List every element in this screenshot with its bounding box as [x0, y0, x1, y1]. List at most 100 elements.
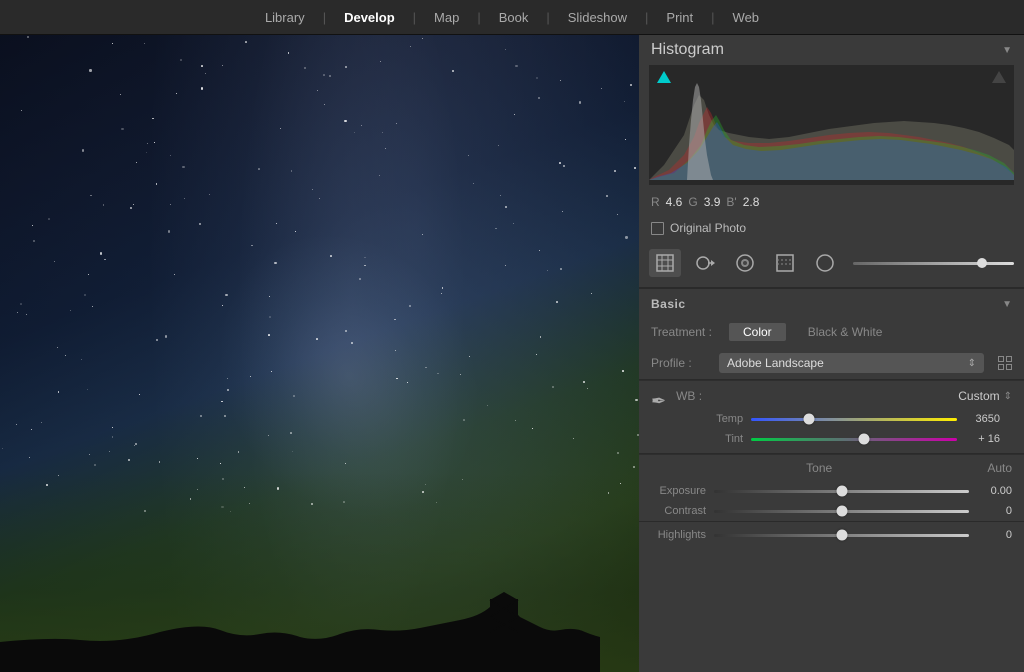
- star: [290, 432, 292, 434]
- star: [495, 228, 496, 229]
- crop-icon: [655, 253, 675, 273]
- nav-library[interactable]: Library: [247, 0, 323, 34]
- wb-dropdown[interactable]: Custom ⇕: [710, 389, 1012, 403]
- nav-book[interactable]: Book: [481, 0, 547, 34]
- star: [622, 370, 624, 372]
- red-eye-icon: [734, 252, 756, 274]
- star: [317, 90, 318, 91]
- star: [271, 371, 272, 372]
- star: [437, 373, 438, 374]
- star: [165, 335, 167, 337]
- star: [396, 123, 397, 124]
- tone-label: Tone: [651, 461, 987, 475]
- clipping-right-indicator[interactable]: [992, 71, 1006, 83]
- star: [26, 314, 27, 315]
- wb-value: Custom: [958, 389, 999, 403]
- crop-tool[interactable]: [649, 249, 681, 277]
- star: [382, 132, 383, 133]
- star: [407, 382, 408, 383]
- contrast-thumb[interactable]: [836, 506, 847, 517]
- exposure-slider-container[interactable]: [714, 484, 969, 498]
- star: [536, 354, 537, 355]
- star: [168, 230, 170, 232]
- nav-print[interactable]: Print: [648, 0, 711, 34]
- tint-thumb[interactable]: [859, 434, 870, 445]
- profile-arrow: ⇕: [968, 358, 976, 369]
- histogram-container: [649, 65, 1014, 185]
- graduated-filter-tool[interactable]: [769, 249, 801, 277]
- profile-label: Profile :: [651, 356, 711, 370]
- grid-cell-tr: [1006, 356, 1012, 362]
- highlights-slider-row: Highlights 0: [639, 522, 1024, 545]
- histogram-rgb-row: R 4.6 G 3.9 B' 2.8: [639, 191, 1024, 217]
- main-area: Histogram ▼ R: [0, 35, 1024, 672]
- star: [135, 443, 137, 445]
- temp-thumb[interactable]: [803, 414, 814, 425]
- star: [614, 170, 616, 172]
- tint-slider-row: Tint + 16: [676, 429, 1012, 449]
- profile-grid-bottom: [998, 364, 1012, 370]
- tools-row: [639, 243, 1024, 288]
- star: [293, 395, 295, 397]
- exposure-thumb[interactable]: [836, 486, 847, 497]
- star: [152, 118, 153, 119]
- eyedropper-icon[interactable]: ✒: [651, 391, 666, 412]
- star: [515, 65, 517, 67]
- profile-grid-top: [998, 356, 1012, 362]
- star: [41, 422, 42, 423]
- star: [409, 305, 411, 307]
- temp-label: Temp: [688, 413, 743, 425]
- star: [139, 394, 140, 395]
- highlights-track: [714, 534, 969, 537]
- g-value: 3.9: [704, 195, 721, 209]
- star: [90, 195, 91, 196]
- temp-slider-container[interactable]: [751, 412, 957, 426]
- spot-removal-tool[interactable]: [689, 249, 721, 277]
- photo-canvas: [0, 35, 639, 672]
- star: [319, 198, 320, 199]
- star: [33, 240, 35, 242]
- highlights-slider-container[interactable]: [714, 528, 969, 542]
- red-eye-tool[interactable]: [729, 249, 761, 277]
- wb-row: WB : Custom ⇕: [676, 389, 1012, 403]
- exposure-track: [714, 490, 969, 493]
- basic-section-header[interactable]: Basic ▼: [639, 289, 1024, 317]
- highlights-thumb[interactable]: [836, 530, 847, 541]
- profile-value: Adobe Landscape: [727, 356, 824, 370]
- contrast-value: 0: [977, 505, 1012, 517]
- nav-map[interactable]: Map: [416, 0, 477, 34]
- r-value: 4.6: [666, 195, 683, 209]
- tone-curve-slider[interactable]: [853, 262, 1014, 265]
- star: [29, 457, 30, 458]
- radial-filter-tool[interactable]: [809, 249, 841, 277]
- nav-web[interactable]: Web: [715, 0, 778, 34]
- tone-curve-thumb[interactable]: [977, 258, 987, 268]
- clipping-left-indicator[interactable]: [657, 71, 671, 83]
- star: [180, 59, 182, 61]
- tint-value: + 16: [965, 433, 1000, 445]
- star: [422, 234, 423, 235]
- star: [556, 301, 558, 303]
- star: [94, 464, 96, 466]
- tint-slider-container[interactable]: [751, 432, 957, 446]
- profile-grid-icon[interactable]: [998, 356, 1012, 370]
- star: [395, 350, 396, 351]
- nav-develop[interactable]: Develop: [326, 0, 413, 34]
- star: [394, 319, 396, 321]
- nav-slideshow[interactable]: Slideshow: [550, 0, 645, 34]
- star: [128, 459, 130, 461]
- contrast-slider-container[interactable]: [714, 504, 969, 518]
- profile-dropdown[interactable]: Adobe Landscape ⇕: [719, 353, 984, 373]
- star: [312, 189, 313, 190]
- tone-auto-btn[interactable]: Auto: [987, 461, 1012, 475]
- star: [538, 97, 540, 99]
- original-photo-checkbox[interactable]: [651, 222, 664, 235]
- original-photo-row[interactable]: Original Photo: [639, 217, 1024, 243]
- treatment-color-btn[interactable]: Color: [729, 323, 786, 341]
- star: [221, 401, 223, 403]
- histogram-header[interactable]: Histogram ▼: [639, 35, 1024, 65]
- star: [251, 245, 252, 246]
- treatment-bw-btn[interactable]: Black & White: [794, 323, 897, 341]
- basic-title: Basic: [651, 297, 686, 311]
- tone-curve-slider-row: [849, 262, 1014, 265]
